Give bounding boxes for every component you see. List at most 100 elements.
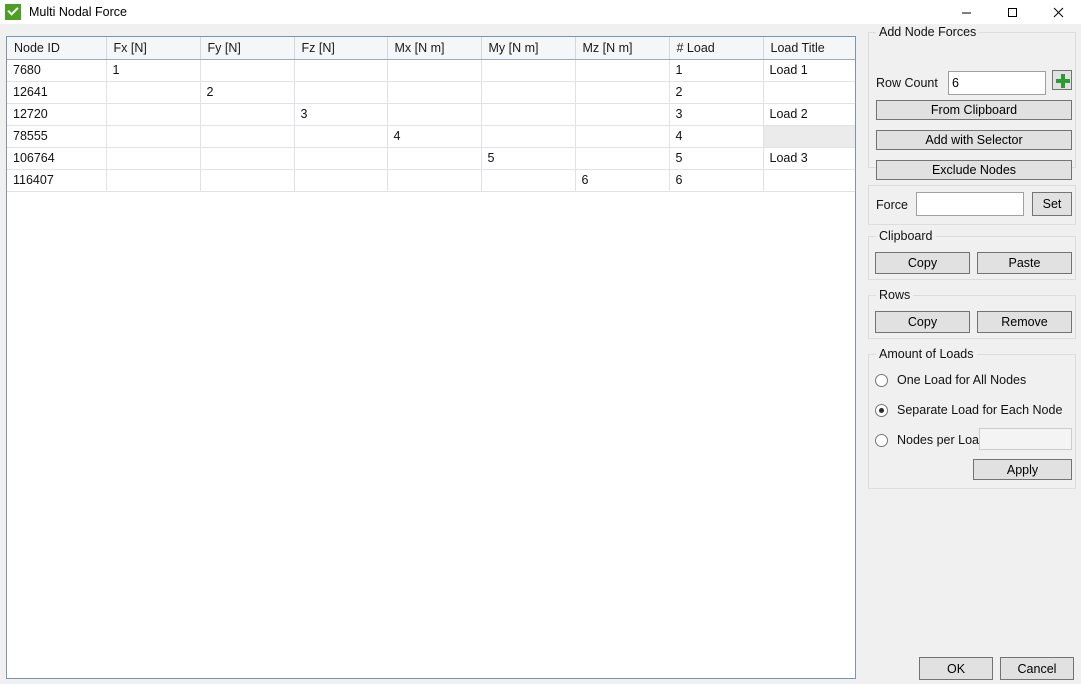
cell-my[interactable] [481,125,576,148]
cell-mz[interactable] [575,59,670,82]
cell-my[interactable] [481,169,576,192]
apply-button[interactable]: Apply [973,459,1072,480]
radio-button-icon [875,373,888,387]
cell-mz[interactable] [575,147,670,170]
cell-fx[interactable] [106,125,201,148]
window-controls [943,0,1081,24]
cell-fy[interactable]: 2 [200,81,295,104]
rows-copy-button[interactable]: Copy [875,311,970,333]
cell-node-id[interactable]: 12720 [7,103,107,126]
cell-fy[interactable] [200,169,295,192]
cell-fz[interactable] [294,169,388,192]
cell-load-count[interactable]: 2 [669,81,764,104]
minimize-button[interactable] [943,0,989,24]
cell-fy[interactable] [200,125,295,148]
cell-fx[interactable] [106,103,201,126]
green-check-icon [5,4,21,20]
cell-fz[interactable] [294,59,388,82]
radio-one-load-for-all-nodes[interactable]: One Load for All Nodes [875,371,1026,389]
side-panel: Add Node Forces Row Count From Clipboard… [864,24,1078,684]
maximize-button[interactable] [989,0,1035,24]
cell-my[interactable] [481,81,576,104]
cell-fx[interactable] [106,81,201,104]
cell-fz[interactable] [294,125,388,148]
cell-fy[interactable] [200,59,295,82]
cell-fz[interactable] [294,147,388,170]
table-row[interactable]: 78555 4 4 [7,125,855,148]
nodes-per-load-input[interactable] [979,428,1072,450]
rows-remove-button[interactable]: Remove [977,311,1072,333]
column-header-load-title[interactable]: Load Title [763,37,855,60]
radio-label: Separate Load for Each Node [897,403,1063,417]
cell-node-id[interactable]: 7680 [7,59,107,82]
ok-button[interactable]: OK [919,657,993,680]
cell-load-title[interactable]: Load 1 [763,59,855,82]
cell-my[interactable] [481,59,576,82]
table-row[interactable]: 7680 1 1 Load 1 [7,59,855,82]
table-row[interactable]: 12641 2 2 [7,81,855,104]
radio-nodes-per-load[interactable]: Nodes per Load [875,431,986,449]
add-node-forces-title: Add Node Forces [876,25,980,39]
cell-load-count[interactable]: 5 [669,147,764,170]
cell-load-title[interactable] [763,81,855,104]
cancel-button[interactable]: Cancel [1000,657,1074,680]
cell-node-id[interactable]: 106764 [7,147,107,170]
table-row[interactable]: 116407 6 6 [7,169,855,192]
cell-load-title[interactable]: Load 2 [763,103,855,126]
set-force-button[interactable]: Set [1032,192,1072,216]
cell-load-count[interactable]: 6 [669,169,764,192]
column-header-load-count[interactable]: # Load [669,37,764,60]
cell-mx[interactable] [387,169,482,192]
cell-node-id[interactable]: 116407 [7,169,107,192]
cell-node-id[interactable]: 12641 [7,81,107,104]
column-header-mx[interactable]: Mx [N m] [387,37,482,60]
radio-separate-load-for-each-node[interactable]: Separate Load for Each Node [875,401,1062,419]
cell-load-count[interactable]: 3 [669,103,764,126]
cell-mx[interactable] [387,147,482,170]
close-button[interactable] [1035,0,1081,24]
from-clipboard-button[interactable]: From Clipboard [876,100,1072,120]
cell-mz[interactable]: 6 [575,169,670,192]
cell-fz[interactable]: 3 [294,103,388,126]
cell-load-count[interactable]: 4 [669,125,764,148]
cell-mx[interactable] [387,103,482,126]
column-header-fz[interactable]: Fz [N] [294,37,388,60]
clipboard-copy-button[interactable]: Copy [875,252,970,274]
cell-load-title[interactable]: Load 3 [763,147,855,170]
exclude-nodes-button[interactable]: Exclude Nodes [876,160,1072,180]
cell-my[interactable] [481,103,576,126]
column-header-my[interactable]: My [N m] [481,37,576,60]
window-titlebar: Multi Nodal Force [0,0,1081,24]
clipboard-paste-button[interactable]: Paste [977,252,1072,274]
grid-header-row: Node ID Fx [N] Fy [N] Fz [N] Mx [N m] My… [7,37,855,60]
cell-fx[interactable] [106,169,201,192]
cell-fx[interactable]: 1 [106,59,201,82]
cell-fx[interactable] [106,147,201,170]
column-header-mz[interactable]: Mz [N m] [575,37,670,60]
cell-load-title-selected[interactable] [763,125,855,148]
column-header-node-id[interactable]: Node ID [7,37,107,60]
cell-fy[interactable] [200,103,295,126]
cell-mz[interactable] [575,103,670,126]
force-input[interactable] [916,192,1024,216]
cell-load-title[interactable] [763,169,855,192]
radio-button-icon [875,433,888,447]
node-forces-grid[interactable]: Node ID Fx [N] Fy [N] Fz [N] Mx [N m] My… [6,36,856,679]
table-row[interactable]: 106764 5 5 Load 3 [7,147,855,170]
cell-mz[interactable] [575,125,670,148]
cell-mx[interactable] [387,59,482,82]
cell-my[interactable]: 5 [481,147,576,170]
column-header-fy[interactable]: Fy [N] [200,37,295,60]
cell-fz[interactable] [294,81,388,104]
cell-load-count[interactable]: 1 [669,59,764,82]
plus-icon[interactable] [1052,70,1072,90]
table-row[interactable]: 12720 3 3 Load 2 [7,103,855,126]
cell-mx[interactable]: 4 [387,125,482,148]
cell-mz[interactable] [575,81,670,104]
cell-mx[interactable] [387,81,482,104]
column-header-fx[interactable]: Fx [N] [106,37,201,60]
add-with-selector-button[interactable]: Add with Selector [876,130,1072,150]
cell-node-id[interactable]: 78555 [7,125,107,148]
row-count-input[interactable] [948,71,1046,95]
cell-fy[interactable] [200,147,295,170]
